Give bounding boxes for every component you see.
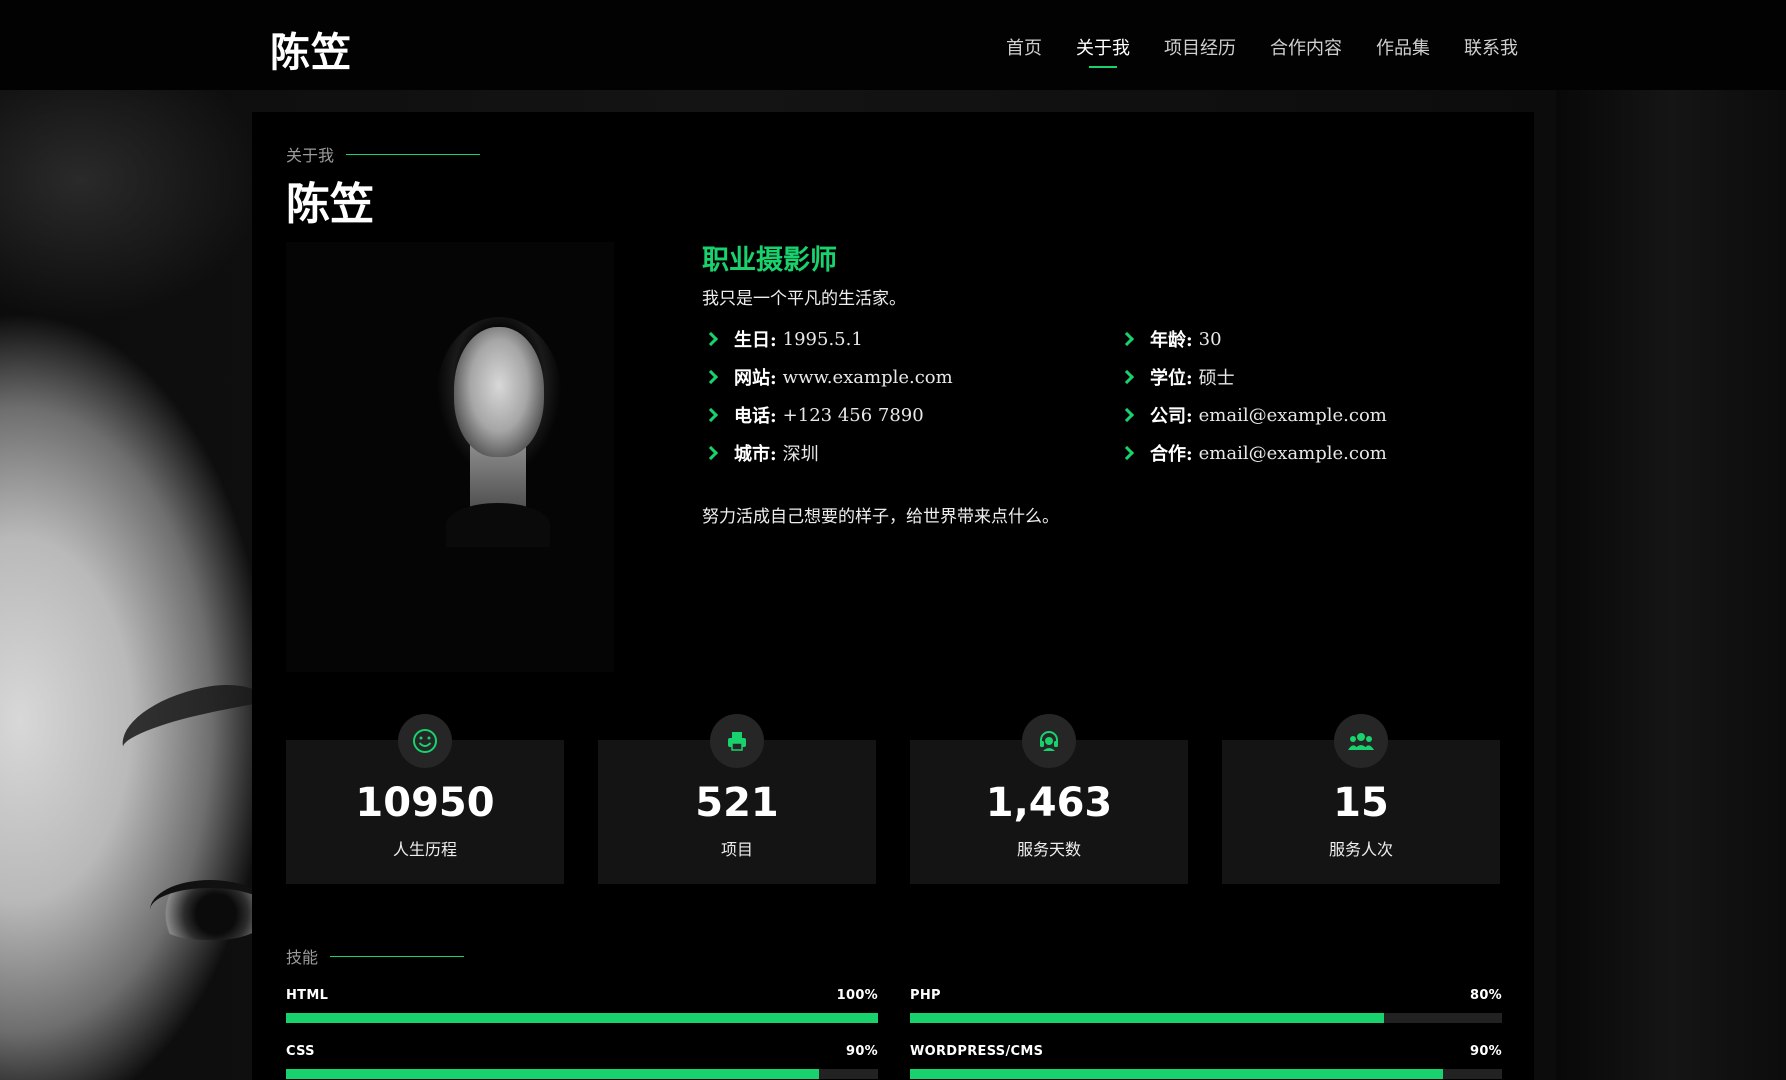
info-label: 网站: xyxy=(734,368,777,389)
section-tag-line xyxy=(346,153,481,155)
chevron-right-icon xyxy=(703,331,719,347)
section-tag-label: 关于我 xyxy=(286,146,335,165)
about-title: 陈笠 xyxy=(286,179,374,230)
skill-percent: 90% xyxy=(845,1044,878,1059)
skill-progress-fill xyxy=(286,1069,819,1079)
skill-percent: 100% xyxy=(836,988,878,1003)
counter-label: 项目 xyxy=(720,840,753,859)
info-cooperation: 合作: email@example.com xyxy=(1119,434,1387,472)
info-label: 公司: xyxy=(1150,406,1193,427)
skill-percent: 90% xyxy=(1469,1044,1502,1059)
info-label: 电话: xyxy=(734,406,777,427)
info-label: 生日: xyxy=(734,330,777,351)
profile-photo xyxy=(286,242,614,672)
skill-css: CSS 90% xyxy=(286,1044,878,1079)
counter-number: 1,463 xyxy=(985,780,1113,826)
nav-projects[interactable]: 项目经历 xyxy=(1164,34,1236,68)
info-value: 硕士 xyxy=(1198,368,1235,389)
nav-cooperation[interactable]: 合作内容 xyxy=(1270,34,1342,68)
info-list-right: 年龄: 30 学位: 硕士 公司: email@example.com 合作: … xyxy=(1119,320,1387,472)
info-degree: 学位: 硕士 xyxy=(1119,358,1387,396)
info-value: www.example.com xyxy=(782,366,953,388)
section-tag-skills: 技能 xyxy=(286,944,465,968)
site-logo[interactable]: 陈笠 xyxy=(270,20,352,78)
profile-shirt xyxy=(446,503,550,547)
skill-progress-fill xyxy=(910,1013,1384,1023)
info-value: 1995.5.1 xyxy=(782,328,863,350)
skill-progress-bar xyxy=(910,1013,1502,1023)
nav-contact[interactable]: 联系我 xyxy=(1464,34,1518,68)
nav-portfolio[interactable]: 作品集 xyxy=(1376,34,1430,68)
chevron-right-icon xyxy=(703,445,719,461)
info-label: 年龄: xyxy=(1150,330,1193,351)
section-tag-label: 技能 xyxy=(286,948,319,967)
chevron-right-icon xyxy=(1119,445,1135,461)
chevron-right-icon xyxy=(1119,369,1135,385)
info-age: 年龄: 30 xyxy=(1119,320,1387,358)
skill-progress-fill xyxy=(286,1013,878,1023)
info-value: email@example.com xyxy=(1198,404,1387,426)
chevron-right-icon xyxy=(1119,407,1135,423)
chevron-right-icon xyxy=(703,407,719,423)
counter-life: 10950 人生历程 xyxy=(286,714,564,884)
info-value: 30 xyxy=(1198,328,1222,350)
info-city: 城市: 深圳 xyxy=(703,434,953,472)
counter-number: 10950 xyxy=(355,780,495,826)
counter-service-days: 1,463 服务天数 xyxy=(910,714,1188,884)
section-tag-about: 关于我 xyxy=(286,142,481,166)
skill-name: WORDPRESS/CMS xyxy=(910,1044,1044,1059)
headset-icon xyxy=(1022,714,1076,768)
printer-icon xyxy=(710,714,764,768)
skill-php: PHP 80% xyxy=(910,988,1502,1023)
nav-about[interactable]: 关于我 xyxy=(1076,34,1130,68)
counter-number: 521 xyxy=(695,780,779,826)
info-value: email@example.com xyxy=(1198,442,1387,464)
counter-number: 15 xyxy=(1333,780,1389,826)
users-icon xyxy=(1334,714,1388,768)
outro-text: 努力活成自己想要的样子，给世界带来点什么。 xyxy=(702,507,1059,527)
skill-html: HTML 100% xyxy=(286,988,878,1023)
skill-progress-bar xyxy=(286,1069,878,1079)
profile-head xyxy=(454,327,544,457)
info-label: 合作: xyxy=(1150,444,1193,465)
info-label: 学位: xyxy=(1150,368,1193,389)
profession-title: 职业摄影师 xyxy=(702,245,837,276)
counter-label: 人生历程 xyxy=(392,840,457,859)
info-value: +123 456 7890 xyxy=(782,404,924,426)
section-tag-line xyxy=(330,955,465,957)
profile-face xyxy=(436,317,562,547)
skill-progress-bar xyxy=(910,1069,1502,1079)
about-panel: 关于我 陈笠 职业摄影师 我只是一个平凡的生活家。 生日: 1995.5.1 网… xyxy=(252,112,1534,1080)
smile-icon xyxy=(398,714,452,768)
skill-wordpress: WORDPRESS/CMS 90% xyxy=(910,1044,1502,1079)
counter-clients: 15 服务人次 xyxy=(1222,714,1500,884)
counter-label: 服务人次 xyxy=(1328,840,1393,859)
chevron-right-icon xyxy=(703,369,719,385)
chevron-right-icon xyxy=(1119,331,1135,347)
info-list-left: 生日: 1995.5.1 网站: www.example.com 电话: +12… xyxy=(703,320,953,472)
info-company: 公司: email@example.com xyxy=(1119,396,1387,434)
skill-name: HTML xyxy=(286,988,329,1003)
nav-home[interactable]: 首页 xyxy=(1006,34,1042,68)
skill-percent: 80% xyxy=(1469,988,1502,1003)
counter-label: 服务天数 xyxy=(1016,840,1081,859)
info-website: 网站: www.example.com xyxy=(703,358,953,396)
main-nav: 首页 关于我 项目经历 合作内容 作品集 联系我 xyxy=(1006,34,1518,68)
skill-progress-bar xyxy=(286,1013,878,1023)
site-header: 陈笠 首页 关于我 项目经历 合作内容 作品集 联系我 xyxy=(0,0,1786,90)
skill-name: CSS xyxy=(286,1044,315,1059)
info-phone: 电话: +123 456 7890 xyxy=(703,396,953,434)
info-label: 城市: xyxy=(734,444,777,465)
skill-name: PHP xyxy=(910,988,941,1003)
skill-progress-fill xyxy=(910,1069,1443,1079)
info-birthday: 生日: 1995.5.1 xyxy=(703,320,953,358)
intro-text: 我只是一个平凡的生活家。 xyxy=(702,289,906,309)
background-right-shade xyxy=(1556,0,1786,1080)
counter-projects: 521 项目 xyxy=(598,714,876,884)
info-value: 深圳 xyxy=(782,444,819,465)
